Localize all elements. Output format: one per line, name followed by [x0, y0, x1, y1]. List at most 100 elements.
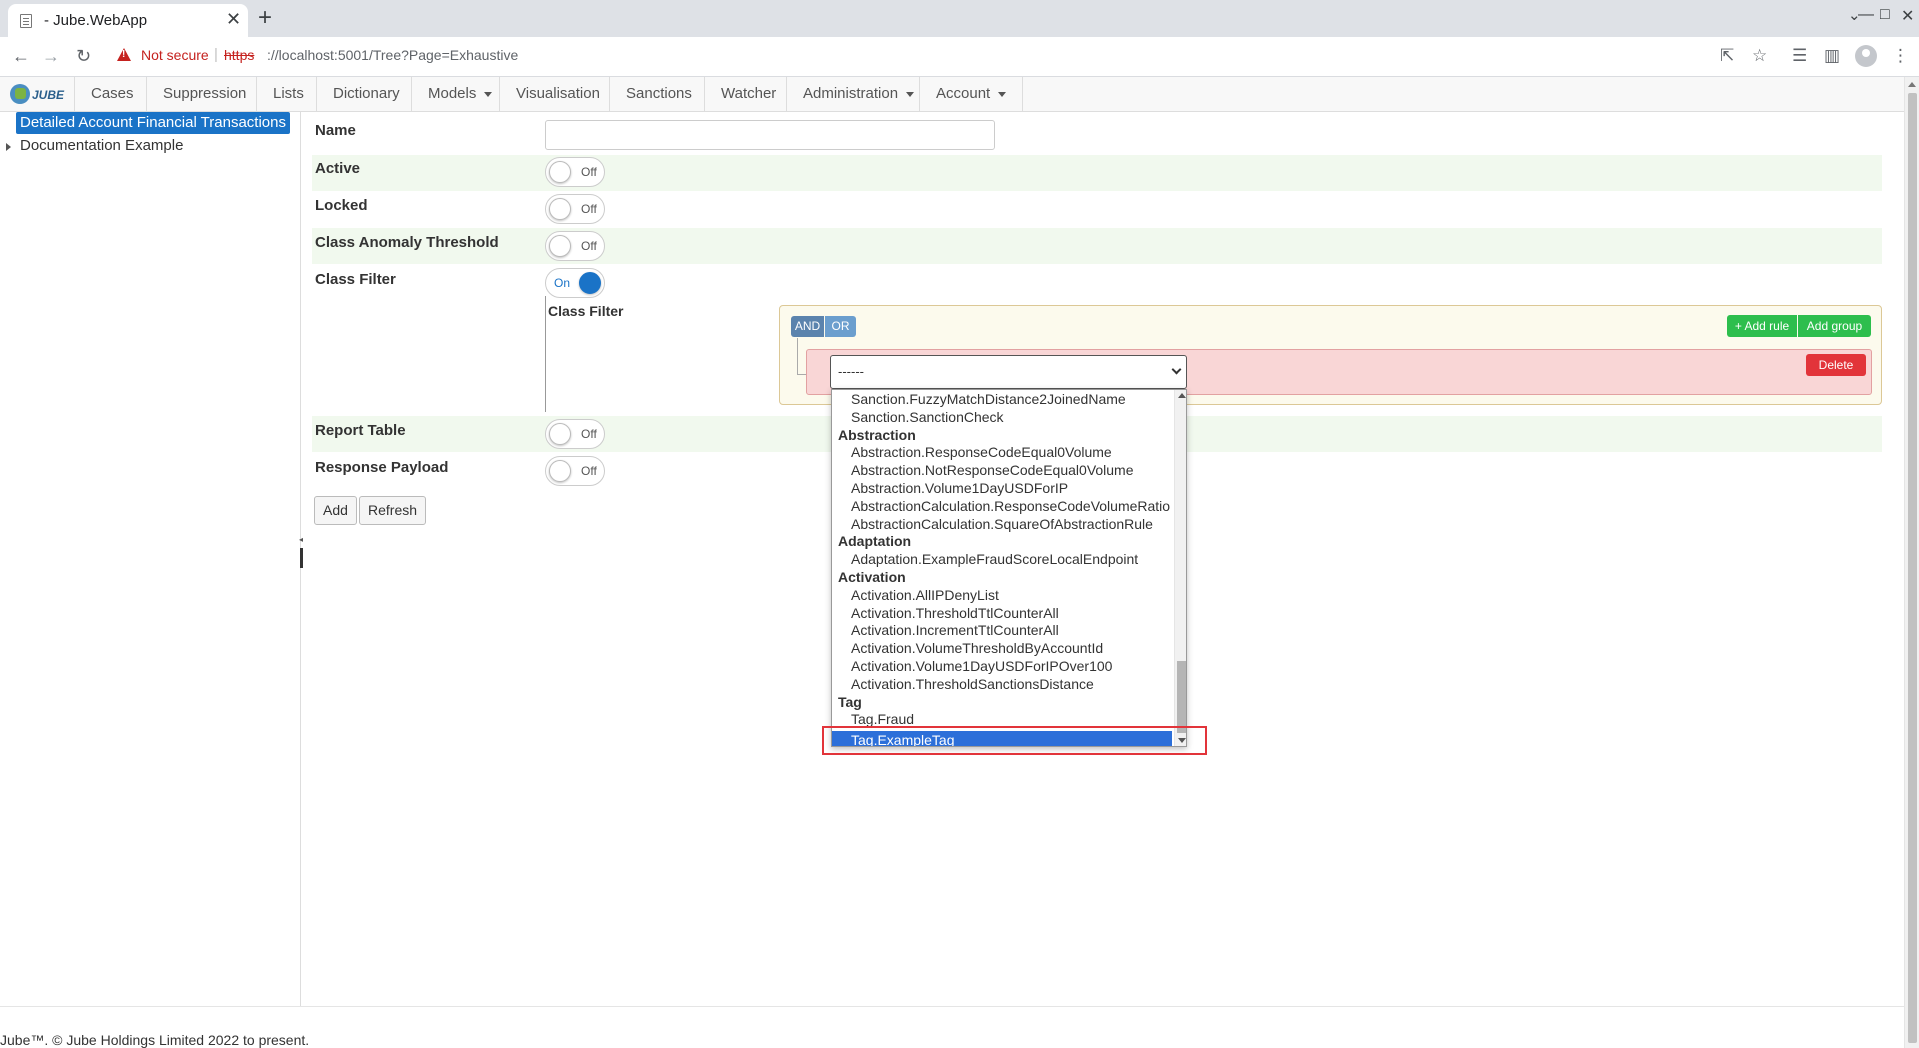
report-table-toggle[interactable]: Off [545, 419, 605, 449]
toggle-state: Off [581, 464, 597, 478]
tree-panel [0, 112, 301, 1007]
select-value: ------ [838, 364, 864, 379]
share-icon[interactable]: ⇱ [1720, 46, 1734, 66]
dropdown-scrollbar[interactable] [1174, 390, 1186, 746]
dropdown-option[interactable]: Sanction.FuzzyMatchDistance2JoinedName [832, 390, 1172, 408]
rule-field-select[interactable]: ------ [830, 355, 1187, 389]
or-button[interactable]: OR [825, 316, 856, 337]
active-label: Active [315, 160, 361, 177]
side-panel-icon[interactable]: ▥ [1824, 46, 1840, 66]
back-icon[interactable]: ← [12, 44, 30, 68]
locked-toggle[interactable]: Off [545, 194, 605, 224]
dropdown-option[interactable]: Activation.ThresholdSanctionsDistance [832, 675, 1172, 693]
dropdown-option[interactable]: Adaptation.ExampleFraudScoreLocalEndpoin… [832, 550, 1172, 568]
profile-icon[interactable] [1855, 45, 1877, 67]
class-filter-toggle[interactable]: On [545, 268, 605, 298]
panel-splitter[interactable] [300, 548, 303, 568]
nav-models-label: Models [428, 85, 477, 102]
nav-watcher[interactable]: Watcher [704, 77, 792, 111]
nav-lists[interactable]: Lists [256, 77, 320, 111]
toggle-knob [579, 272, 601, 294]
dropdown-option[interactable]: Sanction.SanctionCheck [832, 408, 1172, 426]
add-group-button[interactable]: Add group [1798, 315, 1871, 337]
jube-logo[interactable]: JUBE [10, 84, 64, 104]
class-filter-sublabel: Class Filter [548, 303, 624, 319]
page-scrollbar[interactable] [1904, 77, 1919, 1048]
toggle-knob [549, 235, 571, 257]
star-icon[interactable]: ☆ [1752, 46, 1767, 66]
reload-icon[interactable]: ↻ [76, 44, 91, 68]
dropdown-option[interactable]: Activation.Volume1DayUSDForIPOver100 [832, 657, 1172, 675]
maximize-icon[interactable]: □ [1880, 6, 1890, 24]
and-button[interactable]: AND [791, 316, 824, 337]
nav-dictionary[interactable]: Dictionary [316, 77, 416, 111]
nav-suppression[interactable]: Suppression [146, 77, 262, 111]
dropdown-option[interactable]: Abstraction.Volume1DayUSDForIP [832, 479, 1172, 497]
scroll-up-icon[interactable] [1178, 393, 1186, 398]
collapse-arrow-icon[interactable]: ◂ [299, 535, 303, 544]
address-bar[interactable]: ://localhost:5001/Tree?Page=Exhaustive [267, 47, 518, 63]
reading-list-icon[interactable]: ☰ [1792, 46, 1807, 66]
optgroup-label: Activation [838, 569, 906, 585]
caret-down-icon [484, 91, 493, 97]
scrollbar-thumb[interactable] [1908, 93, 1917, 1043]
nav-models[interactable]: Models [411, 77, 508, 111]
menu-icon[interactable]: ⋮ [1892, 46, 1909, 66]
toggle-knob [549, 423, 571, 445]
dropdown-option[interactable]: Abstraction.NotResponseCodeEqual0Volume [832, 461, 1172, 479]
nav-cases[interactable]: Cases [74, 77, 150, 111]
new-tab-icon[interactable]: + [258, 4, 272, 32]
logo-icon [10, 84, 30, 104]
add-rule-button[interactable]: + Add rule [1727, 315, 1797, 337]
toggle-knob [549, 198, 571, 220]
window-close-icon[interactable]: ✕ [1901, 6, 1914, 26]
dropdown-option[interactable]: Activation.VolumeThresholdByAccountId [832, 639, 1172, 657]
dropdown-option[interactable]: Activation.IncrementTtlCounterAll [832, 621, 1172, 639]
warning-icon[interactable] [117, 48, 131, 61]
response-payload-label: Response Payload [315, 459, 449, 476]
class-anomaly-threshold-label: Class Anomaly Threshold [315, 234, 499, 251]
nav-sanctions[interactable]: Sanctions [609, 77, 708, 111]
rule-field-dropdown[interactable]: Sanction.FuzzyMatchDistance2JoinedName Sa… [831, 389, 1187, 747]
scroll-up-icon[interactable] [1908, 82, 1916, 87]
chevron-down-icon [1171, 364, 1182, 375]
toggle-knob [549, 161, 571, 183]
page-icon [20, 14, 32, 28]
highlight-annotation [822, 726, 1207, 755]
caret-down-icon [998, 91, 1007, 97]
minimize-icon[interactable]: — [1858, 6, 1874, 24]
nav-visualisation[interactable]: Visualisation [499, 77, 616, 111]
delete-rule-button[interactable]: Delete [1806, 354, 1866, 376]
tree-node-root[interactable]: Detailed Account Financial Transactions [16, 112, 290, 134]
tree-node-documentation-example[interactable]: Documentation Example [20, 137, 183, 154]
optgroup-label: Tag [838, 693, 862, 710]
active-toggle[interactable]: Off [545, 157, 605, 187]
toggle-knob [549, 460, 571, 482]
name-input[interactable] [545, 120, 995, 150]
dropdown-option[interactable]: Abstraction.ResponseCodeEqual0Volume [832, 443, 1172, 461]
dropdown-option[interactable]: Activation.AllIPDenyList [832, 586, 1172, 604]
refresh-button[interactable]: Refresh [359, 496, 427, 525]
toggle-state: Off [581, 239, 597, 253]
scrollbar-thumb[interactable] [1177, 661, 1186, 733]
response-payload-toggle[interactable]: Off [545, 456, 605, 486]
expand-arrow-icon[interactable] [6, 143, 11, 151]
class-filter-divider [545, 296, 546, 412]
footer-divider [0, 1006, 1904, 1007]
dropdown-option[interactable]: AbstractionCalculation.SquareOfAbstracti… [832, 515, 1172, 533]
add-button[interactable]: Add [314, 496, 357, 525]
footer-text: Jube™. © Jube Holdings Limited 2022 to p… [0, 1032, 310, 1048]
logo-text: JUBE [32, 88, 65, 102]
caret-down-icon [906, 91, 915, 97]
browser-tab[interactable]: - Jube.WebApp ✕ [8, 4, 248, 37]
class-anomaly-threshold-toggle[interactable]: Off [545, 231, 605, 261]
security-indicator[interactable]: Not secure [141, 47, 209, 63]
url-scheme[interactable]: https [224, 47, 254, 63]
close-icon[interactable]: ✕ [226, 10, 241, 28]
dropdown-option[interactable]: Activation.ThresholdTtlCounterAll [832, 604, 1172, 622]
nav-account[interactable]: Account [919, 77, 1024, 111]
forward-icon[interactable]: → [42, 44, 60, 68]
dropdown-option[interactable]: AbstractionCalculation.ResponseCodeVolum… [832, 497, 1172, 515]
toggle-state: On [554, 276, 571, 290]
nav-administration[interactable]: Administration [786, 77, 930, 111]
